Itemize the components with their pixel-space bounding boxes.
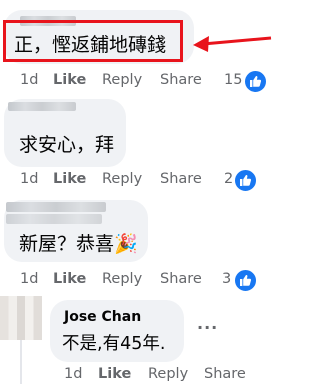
comment-text-2: 求安心，拜 [19,134,115,156]
blurred-author-name-3 [6,202,106,212]
comment-text-1: 正，慳返鋪地磚錢 [14,34,167,56]
comment-time-1[interactable]: 1d [20,72,38,88]
thread-connector [20,340,22,384]
comment-reply-button-3[interactable]: Reply [102,271,142,287]
comment-time-2[interactable]: 1d [20,171,38,187]
comment-like-button-2[interactable]: Like [53,171,86,187]
comment-like-button-1[interactable]: Like [53,72,86,88]
thumbs-up-icon [243,69,268,94]
comment-reply-button-1[interactable]: Reply [102,72,142,88]
comment-reply-button-2[interactable]: Reply [102,171,142,187]
more-options-icon[interactable]: ··· [197,318,218,337]
comment-reply-button-4[interactable]: Reply [148,366,188,382]
comment-like-button-3[interactable]: Like [53,271,86,287]
blurred-author-name-2 [8,102,76,111]
like-count-3: 3 [222,271,232,287]
comment-text-3: 新屋？恭喜🎉 [19,233,138,255]
comment-share-button-3[interactable]: Share [160,271,202,287]
comment-author-4[interactable]: Jose Chan [64,309,141,325]
comment-share-button-4[interactable]: Share [204,366,246,382]
like-count-2: 2 [224,171,234,187]
like-count-1: 15 [224,72,243,88]
comment-share-button-2[interactable]: Share [160,171,202,187]
comment-text-4: 不是,有45年. [62,334,166,354]
comment-time-3[interactable]: 1d [20,271,38,287]
red-arrow-icon [193,36,272,52]
blurred-author-name-3b [6,214,102,224]
comment-time-4[interactable]: 1d [64,366,82,382]
comment-like-button-4[interactable]: Like [98,366,131,382]
thumbs-up-icon [233,268,258,293]
comment-share-button-1[interactable]: Share [160,72,202,88]
avatar[interactable] [0,296,42,340]
thumbs-up-icon [233,168,258,193]
